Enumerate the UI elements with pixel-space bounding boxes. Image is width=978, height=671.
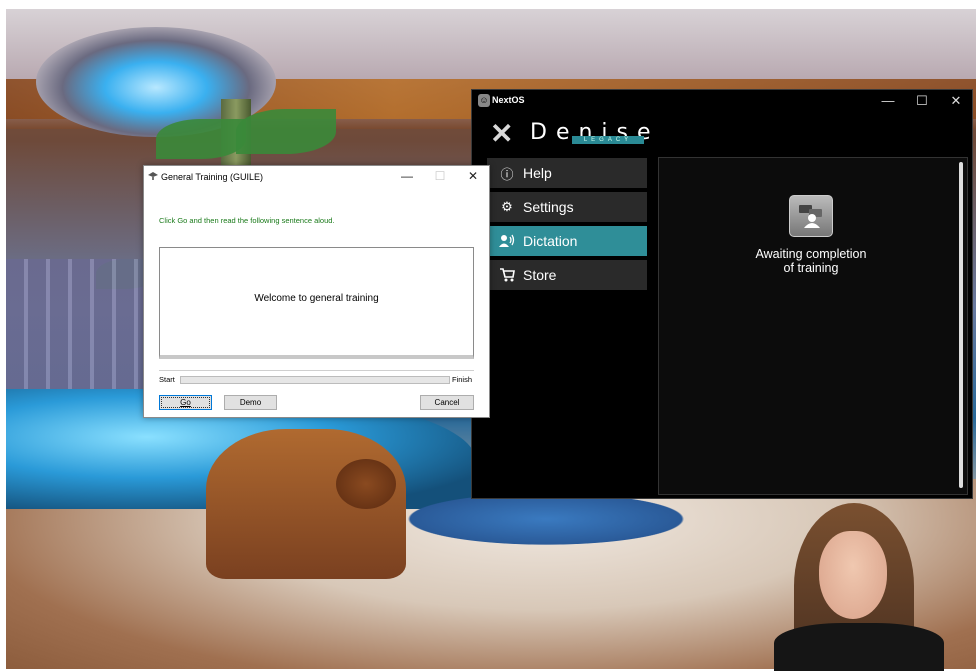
training-status-icon [789, 195, 833, 237]
training-instruction: Click Go and then read the following sen… [159, 216, 335, 225]
app-person-icon: ☺ [478, 94, 490, 107]
progress-start-label: Start [159, 375, 175, 384]
dictation-panel: Awaiting completion of training [658, 157, 968, 495]
dialog-title: General Training (GUILE) [161, 172, 264, 182]
status-line: Awaiting completion [755, 247, 867, 261]
logo-subtitle: LEGACY [572, 136, 644, 144]
cancel-button[interactable]: Cancel [420, 395, 474, 410]
status-line: of training [783, 261, 839, 275]
cart-icon [499, 267, 515, 283]
menu-item-store[interactable]: Store [487, 260, 647, 290]
general-training-dialog: General Training (GUILE) — ☐ ✕ Click Go … [143, 165, 490, 418]
cancel-button-label: Cancel [434, 398, 460, 407]
go-button-label: Go [180, 398, 191, 407]
training-status-text: Awaiting completion of training [719, 247, 903, 275]
maximize-button[interactable]: ☐ [912, 92, 932, 110]
menu-item-label: Help [523, 165, 552, 181]
demo-button-label: Demo [239, 398, 262, 407]
menu-item-label: Settings [523, 199, 574, 215]
logo-x-icon: ✕ [490, 118, 514, 149]
dialog-maximize-button: ☐ [434, 169, 446, 183]
divider [159, 370, 474, 371]
nextos-title: NextOS [492, 95, 525, 105]
denise-avatar[interactable] [774, 503, 954, 671]
go-button[interactable]: Go [159, 395, 212, 410]
menu-item-label: Dictation [523, 233, 578, 249]
training-sentence: Welcome to general training [254, 293, 379, 304]
speaking-person-icon [499, 233, 515, 249]
palm-leaf [156, 119, 246, 159]
close-button[interactable]: ✕ [946, 92, 966, 110]
demo-button[interactable]: Demo [224, 395, 277, 410]
sentence-box: Welcome to general training [159, 247, 474, 359]
dialog-minimize-button[interactable]: — [396, 168, 418, 184]
progress-finish-label: Finish [452, 375, 473, 384]
panel-scrollbar[interactable] [959, 162, 963, 488]
palm-leaf [236, 109, 336, 154]
bar-stool [336, 459, 396, 509]
training-progress-bar [180, 376, 450, 384]
microphone-hat-icon [148, 172, 158, 180]
avatar-torso [774, 623, 944, 671]
nextos-window: ☺ NextOS — ☐ ✕ ✕ Denise LEGACY ⓘ Help ⚙ … [471, 89, 973, 499]
nextos-menu: ⓘ Help ⚙ Settings Dictation Store [487, 158, 647, 294]
avatar-face [819, 531, 887, 619]
menu-item-help[interactable]: ⓘ Help [487, 158, 647, 188]
info-icon: ⓘ [500, 166, 514, 182]
minimize-button[interactable]: — [878, 92, 898, 110]
menu-item-settings[interactable]: ⚙ Settings [487, 192, 647, 222]
dialog-close-button[interactable]: ✕ [462, 168, 484, 184]
menu-item-label: Store [523, 267, 557, 283]
nextos-titlebar[interactable]: ☺ NextOS — ☐ ✕ [472, 90, 972, 112]
menu-item-dictation[interactable]: Dictation [487, 226, 647, 256]
gear-icon: ⚙ [501, 199, 513, 214]
